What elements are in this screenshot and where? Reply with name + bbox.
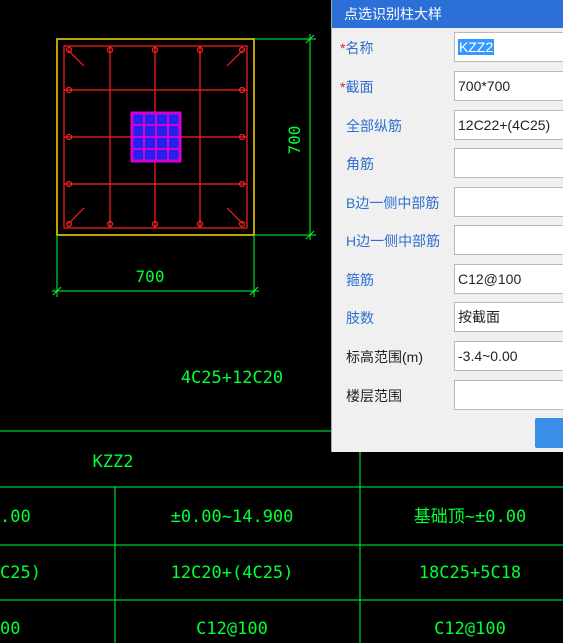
field-h-side-rebar-row: H边一侧中部筋 [332,221,563,259]
name-input[interactable]: KZZ2 [454,32,563,62]
dim-width-label: 700 [136,267,165,286]
field-section-row: *截面 700*700 [332,67,563,105]
field-name-row: *名称 KZZ2 [332,28,563,66]
table-header: KZZ2 [93,452,134,472]
b-side-rebar-input[interactable] [454,187,563,217]
all-rebar-input[interactable]: 12C22+(4C25) [454,110,563,140]
elevation-label: 标高范围(m) [346,349,423,365]
stirrup-input[interactable]: C12@100 [454,264,563,294]
table-cell: 12C20+(4C25) [171,563,294,583]
table-cell: C12@100 [434,619,506,639]
corner-rebar-label: 角筋 [346,156,374,172]
b-side-rebar-label: B边一侧中部筋 [346,195,440,211]
table-cell: 18C25+5C18 [419,563,521,583]
schedule-table-grid [0,430,563,643]
field-name-label: *名称 [340,40,374,56]
field-corner-rebar-row: 角筋 [332,144,563,182]
rebar-note: 4C25+12C20 [181,368,283,388]
field-legs-row: 肢数 按截面 [332,298,563,336]
field-elevation-row: 标高范围(m) -3.4~0.00 [332,337,563,375]
ok-button[interactable] [535,418,563,448]
floor-range-input[interactable] [454,380,563,410]
legs-label: 肢数 [346,310,374,326]
table-cell: C25) [0,563,41,583]
dialog-title: 点选识别柱大样 [332,0,563,28]
stirrup-label: 箍筋 [346,272,374,288]
h-side-rebar-label: H边一侧中部筋 [346,233,441,249]
dim-height-label: 700 [285,126,304,155]
h-side-rebar-input[interactable] [454,225,563,255]
table-cell: 基础顶~±0.00 [414,507,526,527]
table-cell: C12@100 [196,619,268,639]
floor-range-label: 楼层范围 [346,388,402,404]
legs-input[interactable]: 按截面 [454,302,563,332]
corner-rebar-input[interactable] [454,148,563,178]
all-rebar-label: 全部纵筋 [346,118,402,134]
table-cell: .00 [0,507,31,527]
identify-column-dialog: 点选识别柱大样 *名称 KZZ2 *截面 700*700 全部纵筋 12C22+… [331,0,563,452]
field-stirrup-row: 箍筋 C12@100 [332,260,563,298]
table-cell: ±0.00~14.900 [171,507,294,527]
elevation-input[interactable]: -3.4~0.00 [454,341,563,371]
field-all-rebar-row: 全部纵筋 12C22+(4C25) [332,106,563,144]
field-section-label: *截面 [340,79,374,95]
field-floor-range-row: 楼层范围 [332,376,563,414]
dimension-width [52,235,259,297]
field-b-side-rebar-row: B边一侧中部筋 [332,183,563,221]
section-input[interactable]: 700*700 [454,71,563,101]
table-cell: 00 [0,619,20,639]
